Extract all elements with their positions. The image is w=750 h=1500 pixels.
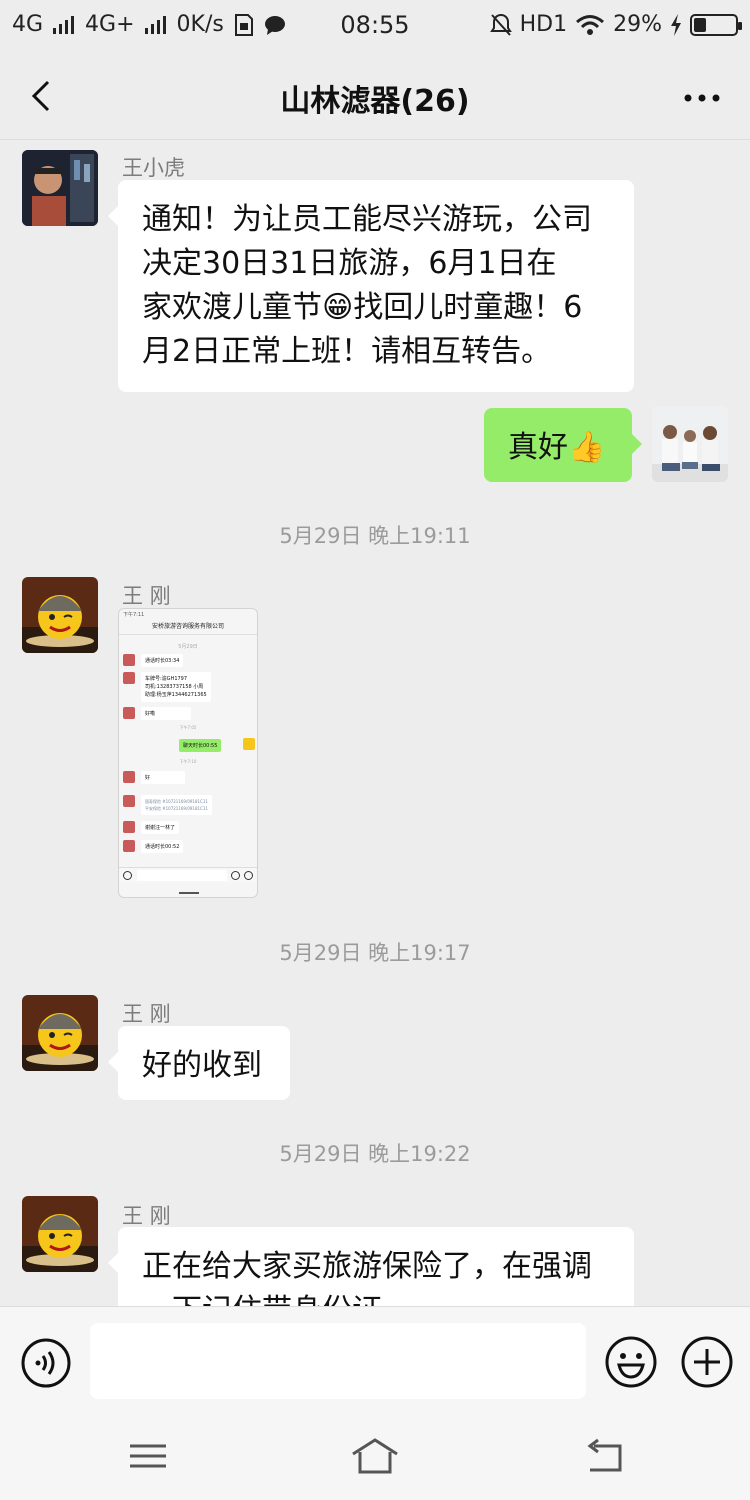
shot-msg-self: 聊天时长00:55 <box>179 739 222 752</box>
battery-fill <box>694 17 706 32</box>
avatar-wang-gang[interactable] <box>22 1196 98 1272</box>
shot-avatar <box>243 738 255 750</box>
shot-time: 下午7:05 <box>179 725 197 730</box>
message-input[interactable] <box>90 1323 586 1399</box>
chat-title: 山林滤器(26) <box>280 84 470 119</box>
shot-avatar <box>123 821 135 833</box>
message-line: 通知！为让员工能尽兴游玩，公司 <box>142 202 592 237</box>
shot-time: 下午7:10 <box>179 759 197 764</box>
shot-msg: 国寿保险 #10721169/09181C11 平安保险 #10721169/0… <box>141 795 212 815</box>
shot-msg: 好嘞 <box>141 707 191 720</box>
image-message-thumbnail[interactable]: 下午7:11 安桥旅游咨询服务有限公司 5月29日 通话时长03:34 车牌号:… <box>118 608 258 898</box>
message-line: 正在给大家买旅游保险了，在强调 <box>142 1249 592 1284</box>
timestamp: 5月29日 晚上19:22 <box>279 1142 471 1166</box>
timestamp: 5月29日 晚上19:11 <box>279 524 471 548</box>
menu-icon[interactable] <box>124 1436 172 1476</box>
shot-msg: 通话时长03:34 <box>141 654 184 667</box>
shot-textbox <box>137 870 227 881</box>
system-nav-bar <box>0 1416 750 1500</box>
shot-msg: 好 <box>141 771 185 784</box>
home-icon[interactable] <box>351 1436 399 1476</box>
shot-line: 司机:13283737158 小周 <box>145 684 204 690</box>
sender-name: 王小虎 <box>122 156 185 180</box>
my-avatar[interactable] <box>652 406 728 482</box>
message-bubble[interactable]: 好的收到 <box>108 1026 290 1100</box>
status-right: HD1 29% <box>489 12 742 37</box>
message-line: 月2日正常上班！请相互转告。 <box>142 334 552 369</box>
sender-name: 王 刚 <box>122 1204 171 1228</box>
emoji-icon[interactable] <box>604 1335 658 1389</box>
plus-icon[interactable] <box>680 1335 734 1389</box>
hd-indicator: HD1 <box>519 12 568 37</box>
shot-msg: 车牌号:渝GH1797 司机:13283737158 小周 助理:杨玉萍1344… <box>141 672 211 702</box>
shot-avatar <box>123 795 135 807</box>
charging-icon <box>671 13 681 36</box>
shot-avatar <box>123 672 135 684</box>
avatar-wang-gang[interactable] <box>22 577 98 653</box>
more-dots-icon[interactable] <box>680 78 724 118</box>
voice-icon[interactable] <box>20 1337 72 1389</box>
shot-emoji-icon <box>231 871 240 880</box>
avatar-wang-gang[interactable] <box>22 995 98 1071</box>
sender-name: 王 刚 <box>122 584 171 608</box>
shot-line: 助理:杨玉萍13446271365 <box>145 692 207 698</box>
shot-nav-bar <box>179 892 199 894</box>
shot-line: 国寿保险 #10721169/09181C11 <box>145 799 208 804</box>
message-line: 家欢渡儿童节😁找回儿时童趣！6 <box>142 290 583 325</box>
battery-icon <box>690 13 742 36</box>
shot-avatar <box>123 654 135 666</box>
message-bubble[interactable]: 通知！为让员工能尽兴游玩，公司 决定30日31日旅游，6月1日在 家欢渡儿童节😁… <box>108 180 634 392</box>
shot-avatar <box>123 771 135 783</box>
shot-avatar <box>123 840 135 852</box>
message-bubble[interactable]: 正在给大家买旅游保险了，在强调 一下记住带身份证 <box>108 1227 634 1306</box>
shot-input <box>119 867 257 883</box>
avatar-wang-xiaohu[interactable] <box>22 150 98 226</box>
shot-avatar <box>123 707 135 719</box>
shot-title: 安桥旅游咨询服务有限公司 <box>119 621 257 635</box>
chat-header: 山林滤器(26) <box>0 52 750 140</box>
sender-name: 王 刚 <box>122 1002 171 1026</box>
my-message-bubble[interactable]: 真好👍 <box>484 408 642 482</box>
shot-line: 车牌号:渝GH1797 <box>145 676 188 682</box>
shot-plus-icon <box>244 871 253 880</box>
shot-date: 5月29日 <box>178 644 198 650</box>
timestamp: 5月29日 晚上19:17 <box>279 941 471 965</box>
status-bar: 4G 4G+ 0K/s 08:55 HD1 29% <box>0 0 750 52</box>
shot-statusbar: 下午7:11 <box>123 612 145 618</box>
chat-area[interactable]: 王小虎 通知！为让员工能尽兴游玩，公司 决定30日31日旅游，6月1日在 家欢渡… <box>0 140 750 1306</box>
battery-percent: 29% <box>613 12 662 37</box>
wifi-icon <box>576 14 605 35</box>
message-line: 决定30日31日旅游，6月1日在 <box>142 246 557 281</box>
return-icon[interactable] <box>580 1436 628 1476</box>
message-line: 一下记住带身份证 <box>142 1289 610 1306</box>
shot-msg: 通话时长00:52 <box>141 840 184 853</box>
mute-bell-icon <box>489 13 512 36</box>
shot-voice-icon <box>123 871 132 880</box>
shot-line: 平安保险 #10721169/09181C11 <box>145 806 208 811</box>
input-bar <box>0 1306 750 1416</box>
shot-msg: 谢谢汪一林了 <box>141 821 180 834</box>
